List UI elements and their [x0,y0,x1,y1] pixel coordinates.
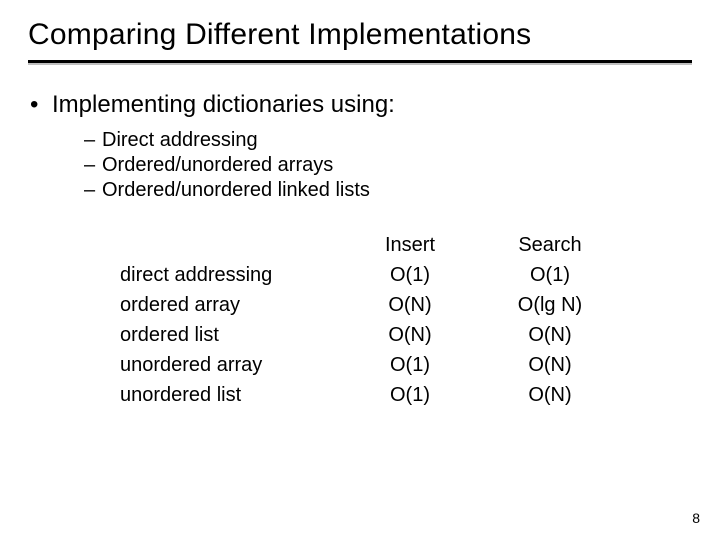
table-row: ordered array O(N) O(lg N) [120,290,692,320]
table-row: unordered array O(1) O(N) [120,350,692,380]
table-row: direct addressing O(1) O(1) [120,260,692,290]
cell-insert: O(N) [340,290,480,320]
cell-search: O(N) [480,350,620,380]
table-header-search: Search [480,230,620,260]
page-number: 8 [692,510,700,526]
cell-insert: O(1) [340,260,480,290]
cell-search: O(N) [480,320,620,350]
cell-label: unordered array [120,350,340,380]
table-row: ordered list O(N) O(N) [120,320,692,350]
cell-search: O(1) [480,260,620,290]
page-title: Comparing Different Implementations [28,18,692,52]
cell-label: unordered list [120,380,340,410]
cell-search: O(N) [480,380,620,410]
sub-bullet-item: Direct addressing [84,129,692,152]
cell-search: O(lg N) [480,290,620,320]
slide: Comparing Different Implementations Impl… [0,0,720,540]
cell-label: ordered list [120,320,340,350]
table-header-row: Insert Search [120,230,692,260]
sub-bullet-item: Ordered/unordered arrays [84,154,692,177]
cell-label: direct addressing [120,260,340,290]
complexity-table: Insert Search direct addressing O(1) O(1… [120,230,692,410]
cell-label: ordered array [120,290,340,320]
sub-bullet-item: Ordered/unordered linked lists [84,179,692,202]
cell-insert: O(N) [340,320,480,350]
cell-insert: O(1) [340,380,480,410]
table-row: unordered list O(1) O(N) [120,380,692,410]
table-header-label [120,230,340,260]
sub-bullet-list: Direct addressing Ordered/unordered arra… [28,129,692,202]
table-header-insert: Insert [340,230,480,260]
cell-insert: O(1) [340,350,480,380]
title-underline [28,60,692,63]
intro-bullet: Implementing dictionaries using: [28,91,692,119]
